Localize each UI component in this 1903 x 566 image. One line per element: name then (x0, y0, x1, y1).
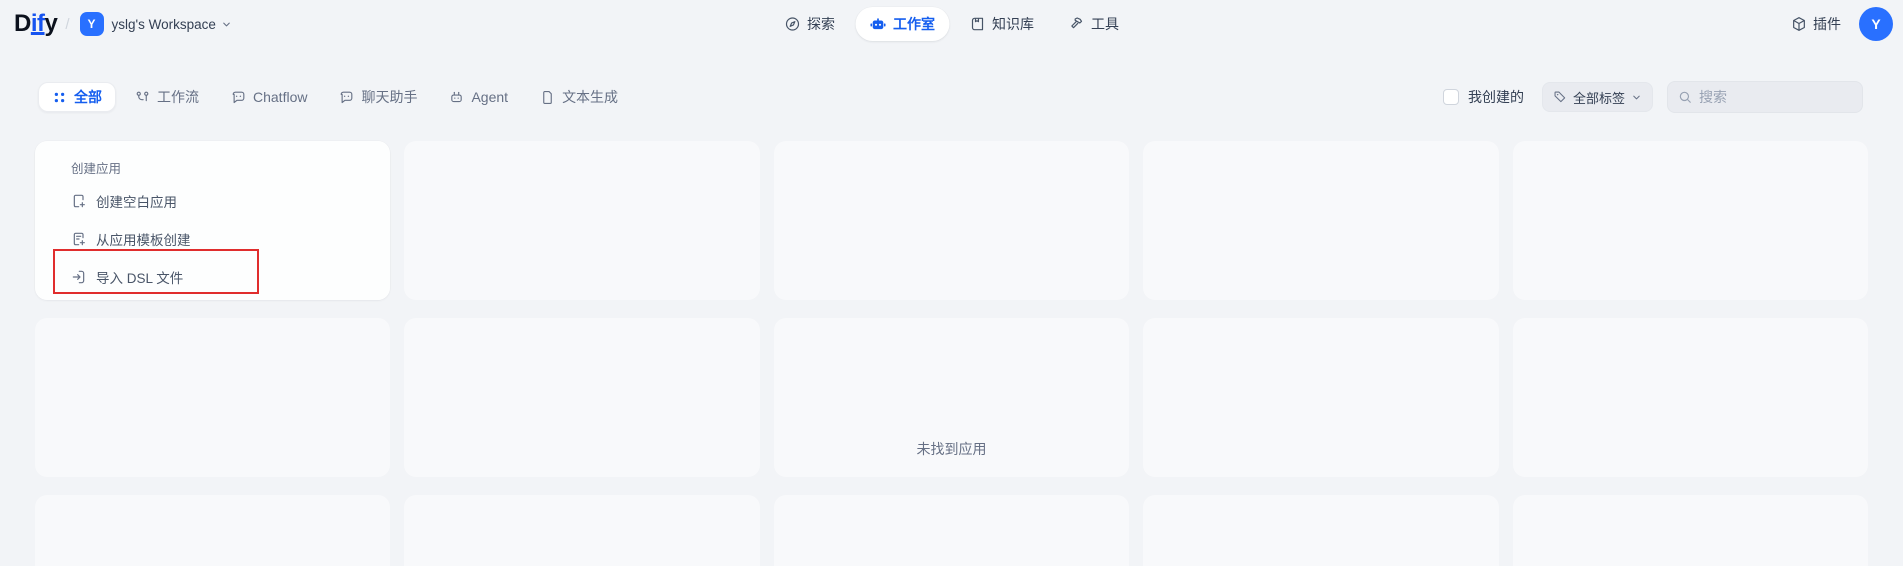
header-right: 插件 Y (1791, 7, 1893, 41)
app-type-tabs: 全部 工作流 Chatflow 聊天助手 (38, 82, 631, 112)
nav-item-explore[interactable]: 探索 (770, 7, 849, 41)
nav-item-label: 工作室 (893, 14, 935, 34)
workspace-name: yslg's Workspace (112, 17, 216, 32)
chevron-down-icon (1631, 92, 1642, 103)
nav-item-label: 知识库 (992, 14, 1034, 34)
app-card-placeholder (1143, 495, 1498, 566)
studio-page: Dify / Y yslg's Workspace 探索 工作室 (0, 0, 1903, 566)
chat-bubble-icon (339, 90, 354, 105)
nav-item-label: 探索 (807, 14, 835, 34)
search-input[interactable] (1699, 89, 1852, 105)
tab-label: Chatflow (253, 89, 307, 105)
template-icon (71, 231, 87, 247)
logo-letter: y (45, 10, 58, 38)
tab-label: 工作流 (157, 87, 199, 107)
file-plus-icon (71, 193, 87, 209)
tab-chatflow[interactable]: Chatflow (218, 82, 320, 112)
grid-icon (52, 90, 67, 105)
create-blank-app-button[interactable]: 创建空白应用 (71, 182, 378, 220)
created-by-me-label[interactable]: 我创建的 (1468, 87, 1524, 107)
filter-controls: 我创建的 全部标签 (1443, 81, 1863, 113)
tab-label: 聊天助手 (361, 87, 417, 107)
tab-all[interactable]: 全部 (38, 82, 116, 112)
main-nav: 探索 工作室 知识库 工具 (770, 7, 1133, 41)
app-grid: 创建应用 创建空白应用 从应用模板创建 导入 DSL 文件 (35, 141, 1868, 566)
robot-icon (869, 16, 886, 33)
workspace-avatar: Y (80, 12, 104, 36)
import-dsl-button[interactable]: 导入 DSL 文件 (71, 258, 378, 296)
top-header: Dify / Y yslg's Workspace 探索 工作室 (0, 0, 1903, 48)
tab-workflow[interactable]: 工作流 (122, 82, 212, 112)
app-card-placeholder (1513, 495, 1868, 566)
workflow-icon (135, 90, 150, 105)
chevron-down-icon (221, 19, 232, 30)
create-app-title: 创建应用 (71, 162, 378, 177)
tab-label: 文本生成 (562, 87, 618, 107)
nav-item-studio[interactable]: 工作室 (855, 7, 949, 41)
logo-letter: D (14, 10, 31, 38)
user-avatar[interactable]: Y (1859, 7, 1893, 41)
compass-icon (784, 16, 800, 32)
create-from-template-button[interactable]: 从应用模板创建 (71, 220, 378, 258)
logo-letter: if (31, 10, 45, 38)
package-icon (1791, 16, 1807, 32)
tab-agent[interactable]: Agent (436, 82, 521, 112)
app-card-placeholder (404, 495, 759, 566)
app-card-placeholder (35, 495, 390, 566)
agent-icon (449, 90, 464, 105)
app-card-placeholder (1143, 141, 1498, 300)
tab-label: 全部 (74, 87, 102, 107)
app-card-placeholder (404, 141, 759, 300)
chat-bubble-icon (231, 90, 246, 105)
menu-item-label: 从应用模板创建 (96, 229, 191, 249)
menu-item-label: 导入 DSL 文件 (96, 267, 183, 287)
dify-logo[interactable]: Dify (14, 10, 57, 38)
nav-item-tools[interactable]: 工具 (1054, 7, 1133, 41)
search-icon (1678, 90, 1692, 104)
tag-filter-label: 全部标签 (1573, 88, 1625, 107)
plugins-button[interactable]: 插件 (1791, 14, 1841, 34)
breadcrumb-divider: / (65, 16, 69, 33)
hammer-icon (1068, 16, 1084, 32)
search-box (1667, 81, 1863, 113)
app-card-placeholder (774, 495, 1129, 566)
tab-label: Agent (471, 89, 508, 105)
document-icon (540, 90, 555, 105)
created-by-me-checkbox[interactable] (1443, 89, 1459, 105)
tag-icon (1553, 90, 1567, 104)
create-app-card: 创建应用 创建空白应用 从应用模板创建 导入 DSL 文件 (35, 141, 390, 300)
tag-filter-dropdown[interactable]: 全部标签 (1542, 82, 1653, 112)
tab-chat-assistant[interactable]: 聊天助手 (326, 82, 430, 112)
filter-bar: 全部 工作流 Chatflow 聊天助手 (38, 81, 1863, 113)
book-icon (969, 16, 985, 32)
import-icon (71, 269, 87, 285)
menu-item-label: 创建空白应用 (96, 191, 177, 211)
nav-item-label: 工具 (1091, 14, 1119, 34)
app-card-placeholder (774, 141, 1129, 300)
tab-text-generation[interactable]: 文本生成 (527, 82, 631, 112)
nav-item-knowledge[interactable]: 知识库 (955, 7, 1048, 41)
workspace-selector[interactable]: Y yslg's Workspace (80, 12, 232, 36)
app-card-placeholder (1513, 141, 1868, 300)
plugins-label: 插件 (1813, 14, 1841, 34)
empty-state-message: 未找到应用 (0, 439, 1903, 459)
